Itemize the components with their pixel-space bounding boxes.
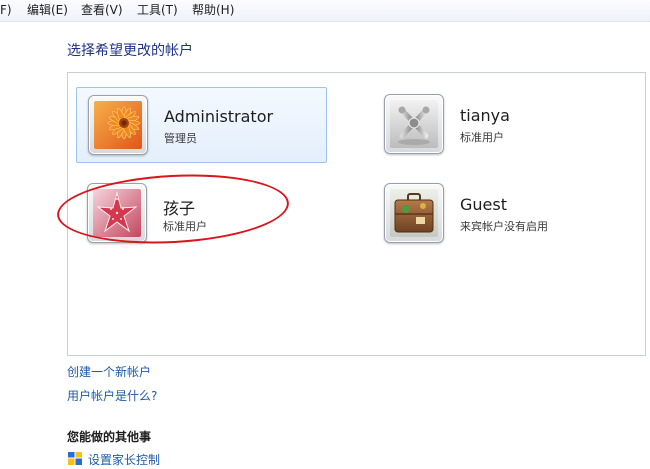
create-account-link[interactable]: 创建一个新帐户 [67,363,151,380]
account-role: 标准用户 [460,131,504,144]
menu-bar: F) 编辑(E) 查看(V) 工具(T) 帮助(H) [0,0,650,22]
account-picture-frame [384,183,444,243]
menu-edit[interactable]: 编辑(E) [27,0,68,21]
menu-file[interactable]: F) [0,0,12,21]
account-role: 管理员 [164,132,197,145]
page-title: 选择希望更改的帐户 [67,43,193,59]
orange-flower-picture [94,101,142,149]
chess-pieces-picture [390,100,438,148]
account-tile-tianya[interactable]: tianya 标准用户 [373,87,633,163]
menu-view[interactable]: 查看(V) [81,0,123,21]
account-tile-child[interactable]: 孩子 标准用户 [76,176,327,252]
shield-icon [67,450,83,465]
account-name: Guest [460,195,507,214]
account-name: tianya [460,106,510,125]
suitcase-picture [390,189,438,237]
account-picture-frame [384,94,444,154]
account-tile-guest[interactable]: Guest 来宾帐户没有启用 [373,176,633,252]
menu-tools[interactable]: 工具(T) [137,0,178,21]
pink-starfish-picture [93,189,141,237]
account-name: Administrator [164,107,274,126]
menu-help[interactable]: 帮助(H) [192,0,234,21]
account-role: 标准用户 [163,220,207,233]
what-is-account-link[interactable]: 用户帐户是什么? [67,387,157,404]
accounts-panel: Administrator 管理员 tianya 标准用户 孩子 标准用户 Gu… [67,72,646,356]
account-picture-frame [88,95,148,155]
other-tasks-heading: 您能做的其他事 [67,430,152,444]
account-role: 来宾帐户没有启用 [460,220,548,233]
account-name: 孩子 [163,199,196,218]
account-tile-administrator[interactable]: Administrator 管理员 [76,87,327,163]
account-picture-frame [87,183,147,243]
